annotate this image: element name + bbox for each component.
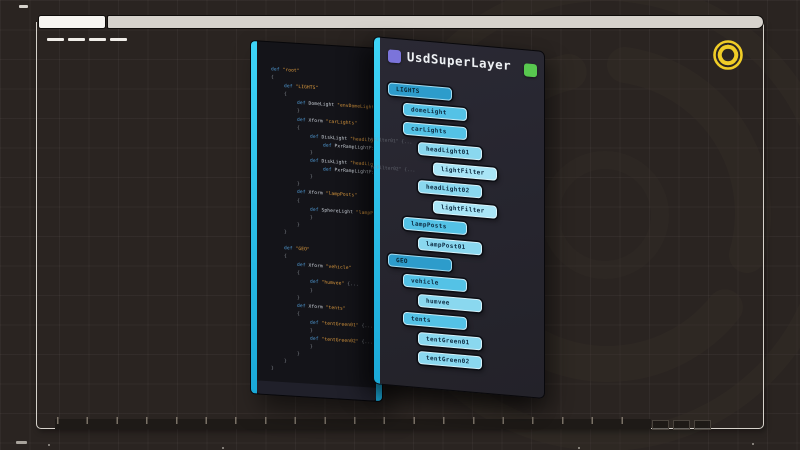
tree-node-lightFilter[interactable]: lightFilter <box>433 200 497 219</box>
browser-address-bar[interactable] <box>107 15 764 29</box>
code-panel: def "root"{def "LIGHTS"{def DomeLight "e… <box>250 40 383 403</box>
tree-node-tentGreen02[interactable]: tentGreen02 <box>418 350 482 370</box>
tree-node-lampPost01[interactable]: lampPost01 <box>418 236 482 256</box>
tree-node-LIGHTS[interactable]: LIGHTS <box>388 82 452 101</box>
ruler-end-squares <box>652 420 711 430</box>
code-lines: def "root"{def "LIGHTS"{def DomeLight "e… <box>257 65 379 386</box>
browser-tab[interactable] <box>38 15 106 29</box>
grid-dot <box>752 443 754 445</box>
usd-superlayer-panel: UsdSuperLayer LIGHTS domeLight carLights he… <box>373 36 545 400</box>
grid-dot <box>222 447 224 449</box>
tree-node-GEO[interactable]: GEO <box>388 253 452 272</box>
panel-title: UsdSuperLayer <box>406 48 512 74</box>
tree-node-lampPosts[interactable]: lampPosts <box>403 216 467 236</box>
tree-node-headLight01[interactable]: headLight01 <box>418 141 482 161</box>
stage: def "root"{def "LIGHTS"{def DomeLight "e… <box>0 0 800 450</box>
ruler <box>55 417 651 429</box>
tree-node-headLight02[interactable]: headLight02 <box>418 179 482 199</box>
grid-dot <box>48 444 50 446</box>
tree-node-domeLight[interactable]: domeLight <box>403 102 467 122</box>
tree-node-lightFilter[interactable]: lightFilter <box>433 162 497 181</box>
usd-tree: LIGHTS domeLight carLights headLight01 light… <box>374 81 544 381</box>
tree-node-humvee[interactable]: humvee <box>418 293 482 313</box>
bottom-dash <box>16 441 27 444</box>
pinwheel-logo-icon <box>713 40 743 70</box>
corner-dash <box>19 5 28 8</box>
tree-node-tents[interactable]: tents <box>403 311 467 331</box>
ruler-ticks <box>57 417 649 424</box>
tree-node-carLights[interactable]: carLights <box>403 121 467 141</box>
tree-node-tentGreen01[interactable]: tentGreen01 <box>418 331 482 351</box>
menu-dashes <box>47 38 127 41</box>
tree-node-vehicle[interactable]: vehicle <box>403 273 467 293</box>
grid-dot <box>578 447 580 449</box>
